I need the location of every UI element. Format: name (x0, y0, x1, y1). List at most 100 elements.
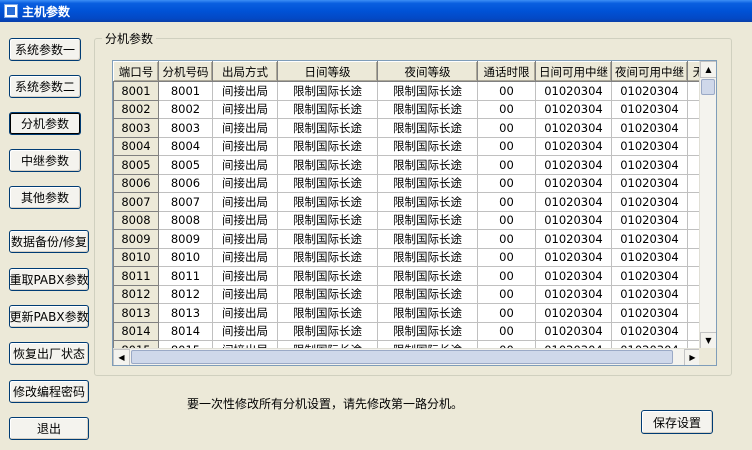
table-cell[interactable]: 限制国际长途 (277, 155, 378, 175)
table-row[interactable]: 8013 8013 间接出局 限制国际长途 限制国际长途 00 01020304 010203… (113, 303, 710, 323)
port-cell[interactable]: 8013 (113, 303, 159, 323)
trunk-params-button[interactable]: 中继参数 (9, 149, 81, 172)
table-row[interactable]: 8012 8012 间接出局 限制国际长途 限制国际长途 00 01020304 010203… (113, 284, 710, 304)
port-cell[interactable]: 8010 (113, 247, 159, 267)
table-cell[interactable]: 限制国际长途 (377, 229, 478, 249)
table-cell[interactable]: 00 (477, 99, 536, 119)
table-cell[interactable]: 8014 (158, 321, 213, 341)
table-cell[interactable]: 限制国际长途 (377, 284, 478, 304)
table-cell[interactable]: 01020304 (535, 99, 612, 119)
table-cell[interactable]: 00 (477, 284, 536, 304)
table-cell[interactable]: 间接出局 (212, 136, 278, 156)
column-header[interactable]: 夜间可用中继 (611, 61, 688, 82)
table-cell[interactable]: 00 (477, 118, 536, 138)
scroll-up-icon[interactable]: ▲ (700, 61, 716, 78)
table-row[interactable]: 8007 8007 间接出局 限制国际长途 限制国际长途 00 01020304 010203… (113, 192, 710, 212)
save-settings-button[interactable]: 保存设置 (641, 410, 713, 434)
table-cell[interactable]: 限制国际长途 (277, 81, 378, 101)
table-cell[interactable]: 01020304 (535, 229, 612, 249)
table-cell[interactable]: 限制国际长途 (377, 192, 478, 212)
table-cell[interactable]: 00 (477, 81, 536, 101)
scroll-down-icon[interactable]: ▼ (700, 332, 716, 349)
table-cell[interactable]: 01020304 (611, 210, 688, 230)
horizontal-scroll-thumb[interactable] (131, 350, 673, 364)
table-cell[interactable]: 限制国际长途 (277, 210, 378, 230)
table-cell[interactable]: 限制国际长途 (277, 173, 378, 193)
table-cell[interactable]: 8006 (158, 173, 213, 193)
port-cell[interactable]: 8007 (113, 192, 159, 212)
table-cell[interactable]: 8003 (158, 118, 213, 138)
data-backup-restore-button[interactable]: 数据备份/修复 (9, 230, 89, 253)
table-cell[interactable]: 8010 (158, 247, 213, 267)
reload-pabx-params-button[interactable]: 重取PABX参数 (9, 268, 89, 291)
table-cell[interactable]: 限制国际长途 (377, 136, 478, 156)
table-cell[interactable]: 01020304 (535, 118, 612, 138)
table-cell[interactable]: 间接出局 (212, 173, 278, 193)
table-cell[interactable]: 8001 (158, 81, 213, 101)
table-cell[interactable]: 限制国际长途 (277, 303, 378, 323)
table-cell[interactable]: 8012 (158, 284, 213, 304)
column-header[interactable]: 出局方式 (212, 61, 278, 82)
exit-button[interactable]: 退出 (9, 417, 89, 440)
table-cell[interactable]: 01020304 (535, 247, 612, 267)
port-cell[interactable]: 8006 (113, 173, 159, 193)
table-cell[interactable]: 间接出局 (212, 284, 278, 304)
port-cell[interactable]: 8012 (113, 284, 159, 304)
table-cell[interactable]: 8013 (158, 303, 213, 323)
table-cell[interactable]: 限制国际长途 (377, 99, 478, 119)
table-cell[interactable]: 间接出局 (212, 192, 278, 212)
change-password-button[interactable]: 修改编程密码 (9, 380, 89, 403)
table-cell[interactable]: 间接出局 (212, 303, 278, 323)
table-cell[interactable]: 00 (477, 247, 536, 267)
port-cell[interactable]: 8014 (113, 321, 159, 341)
horizontal-scrollbar[interactable]: ◀ ▶ (113, 348, 701, 365)
table-cell[interactable]: 限制国际长途 (277, 229, 378, 249)
table-cell[interactable]: 01020304 (535, 321, 612, 341)
table-cell[interactable]: 间接出局 (212, 155, 278, 175)
extension-grid[interactable]: 端口号分机号码出局方式日间等级夜间等级通话时限日间可用中继夜间可用中继无 800… (112, 60, 717, 366)
table-cell[interactable]: 00 (477, 321, 536, 341)
table-cell[interactable]: 8005 (158, 155, 213, 175)
port-cell[interactable]: 8009 (113, 229, 159, 249)
table-row[interactable]: 8010 8010 间接出局 限制国际长途 限制国际长途 00 01020304 010203… (113, 247, 710, 267)
table-cell[interactable]: 00 (477, 210, 536, 230)
table-cell[interactable]: 限制国际长途 (377, 155, 478, 175)
table-cell[interactable]: 01020304 (611, 303, 688, 323)
table-cell[interactable]: 00 (477, 192, 536, 212)
table-cell[interactable]: 01020304 (535, 81, 612, 101)
table-cell[interactable]: 限制国际长途 (377, 247, 478, 267)
table-cell[interactable]: 01020304 (535, 284, 612, 304)
table-cell[interactable]: 间接出局 (212, 266, 278, 286)
table-cell[interactable]: 01020304 (611, 173, 688, 193)
table-cell[interactable]: 8002 (158, 99, 213, 119)
table-cell[interactable]: 限制国际长途 (277, 99, 378, 119)
table-cell[interactable]: 01020304 (535, 173, 612, 193)
vertical-scrollbar[interactable]: ▲ ▼ (699, 61, 716, 349)
table-row[interactable]: 8001 8001 间接出局 限制国际长途 限制国际长途 00 01020304 010203… (113, 81, 710, 101)
table-cell[interactable]: 间接出局 (212, 99, 278, 119)
vertical-scroll-thumb[interactable] (701, 79, 715, 95)
system-params-2-button[interactable]: 系统参数二 (9, 75, 81, 98)
table-cell[interactable]: 01020304 (535, 210, 612, 230)
system-params-1-button[interactable]: 系统参数一 (9, 38, 81, 61)
table-cell[interactable]: 限制国际长途 (277, 136, 378, 156)
table-cell[interactable]: 00 (477, 266, 536, 286)
update-pabx-params-button[interactable]: 更新PABX参数 (9, 305, 89, 328)
table-row[interactable]: 8008 8008 间接出局 限制国际长途 限制国际长途 00 01020304 010203… (113, 210, 710, 230)
table-cell[interactable]: 间接出局 (212, 247, 278, 267)
table-cell[interactable]: 间接出局 (212, 210, 278, 230)
table-row[interactable]: 8011 8011 间接出局 限制国际长途 限制国际长途 00 01020304 010203… (113, 266, 710, 286)
port-cell[interactable]: 8008 (113, 210, 159, 230)
table-cell[interactable]: 01020304 (611, 192, 688, 212)
table-cell[interactable]: 01020304 (611, 247, 688, 267)
table-cell[interactable]: 01020304 (535, 136, 612, 156)
column-header[interactable]: 日间可用中继 (535, 61, 612, 82)
table-cell[interactable]: 00 (477, 136, 536, 156)
table-row[interactable]: 8004 8004 间接出局 限制国际长途 限制国际长途 00 01020304 010203… (113, 136, 710, 156)
port-cell[interactable]: 8002 (113, 99, 159, 119)
table-cell[interactable]: 8008 (158, 210, 213, 230)
table-cell[interactable]: 间接出局 (212, 229, 278, 249)
table-row[interactable]: 8003 8003 间接出局 限制国际长途 限制国际长途 00 01020304 010203… (113, 118, 710, 138)
table-cell[interactable]: 00 (477, 155, 536, 175)
table-cell[interactable]: 00 (477, 173, 536, 193)
